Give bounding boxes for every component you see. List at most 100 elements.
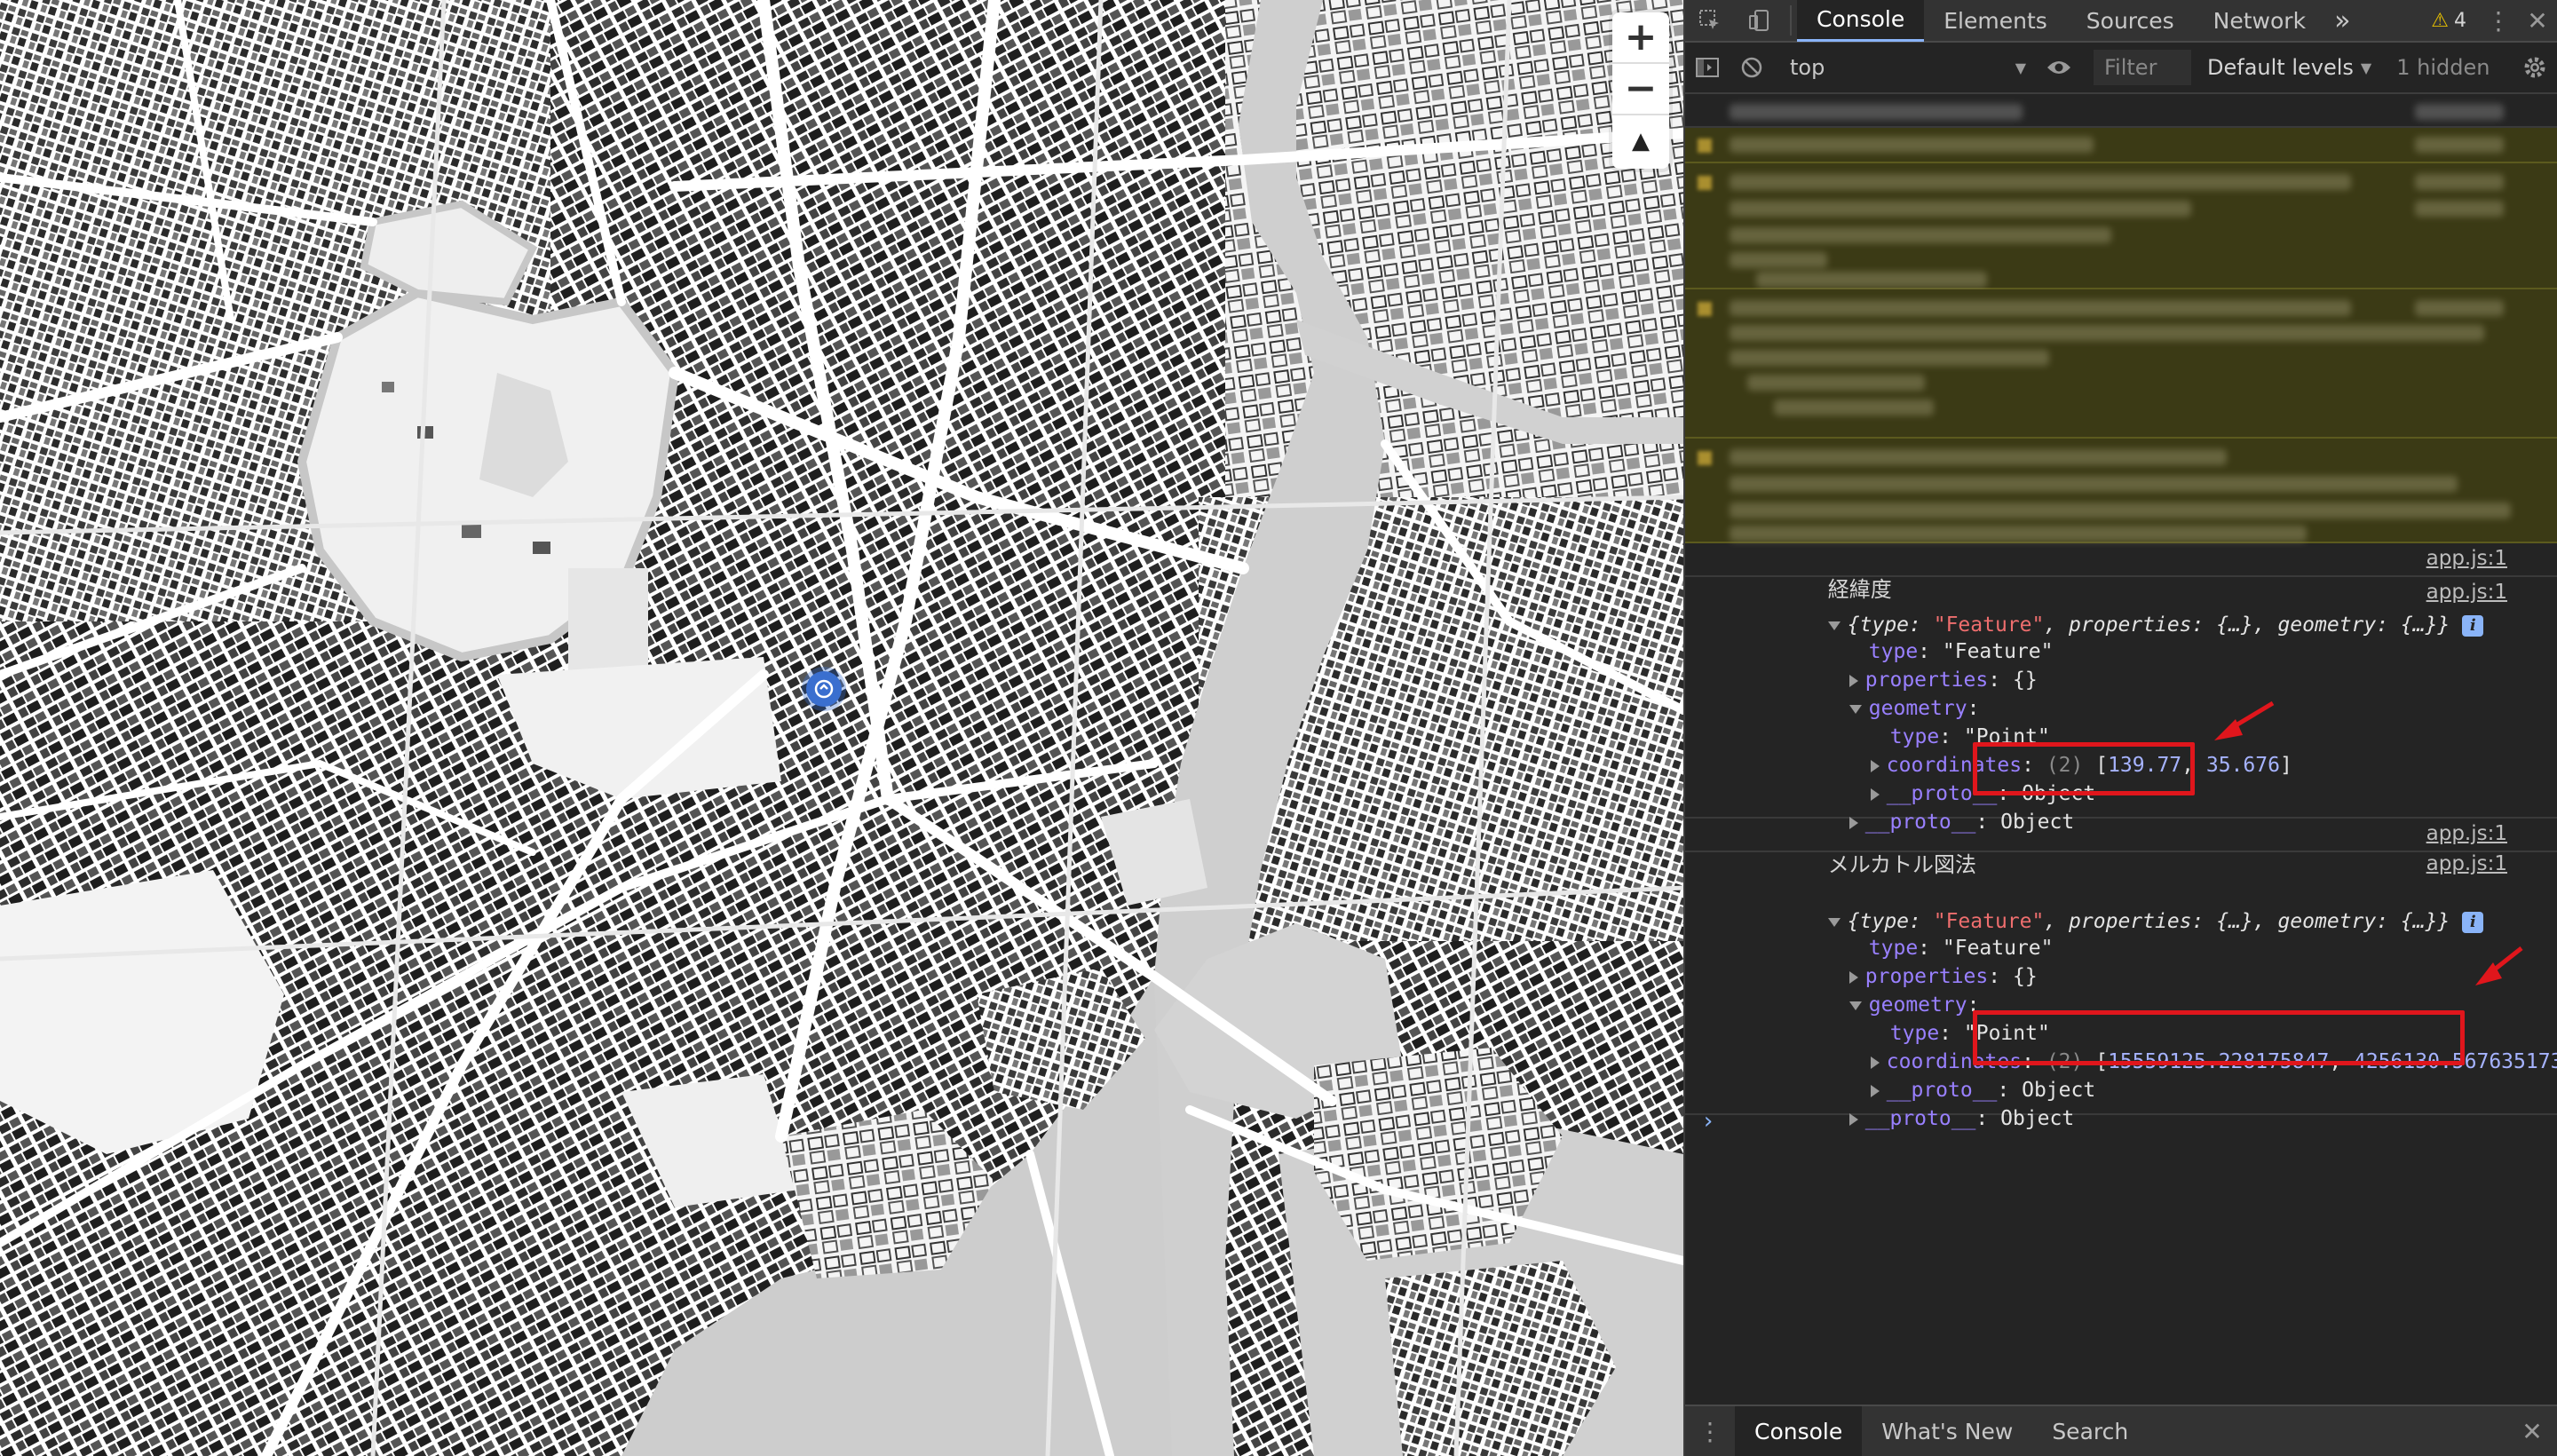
inspect-element-button[interactable] bbox=[1685, 0, 1735, 42]
console-log-lonlat-object: app.js:1 {type: "Feature", properties: {… bbox=[1685, 577, 2557, 834]
eye-icon bbox=[2047, 61, 2070, 74]
console-warning-message bbox=[1685, 289, 2557, 439]
compass-reset-button[interactable]: ▲ bbox=[1612, 115, 1669, 167]
property-type: type: "Feature" bbox=[1770, 609, 2557, 663]
drawer-tabbar: ⋮ Console What's New Search ✕ bbox=[1685, 1405, 2557, 1456]
tabbar-right: ⚠ 4 ⋮ ✕ bbox=[2418, 0, 2557, 42]
redacted-text bbox=[1730, 300, 2351, 316]
highlight-box-mercator bbox=[1973, 1010, 2465, 1065]
console-warning-message bbox=[1685, 163, 2557, 289]
property-geometry[interactable]: geometry: bbox=[1751, 962, 2557, 1017]
map-zoom-control: + − ▲ bbox=[1612, 12, 1669, 169]
location-marker[interactable] bbox=[806, 671, 842, 707]
redacted-text bbox=[2415, 174, 2504, 190]
highlight-box-lonlat bbox=[1973, 742, 2195, 795]
property-properties[interactable]: properties: {} bbox=[1751, 934, 2557, 988]
more-tabs-button[interactable]: » bbox=[2325, 0, 2359, 42]
close-icon: ✕ bbox=[2521, 1416, 2543, 1446]
redacted-text bbox=[1730, 252, 1827, 268]
redacted-text bbox=[2415, 104, 2504, 120]
live-expression-button[interactable] bbox=[2037, 46, 2081, 89]
kebab-icon: ⋮ bbox=[2486, 5, 2511, 36]
kebab-icon: ⋮ bbox=[1698, 1416, 1722, 1446]
clear-console-button[interactable] bbox=[1730, 46, 1774, 89]
log-levels-dropdown[interactable]: Default levels ▼ bbox=[2207, 55, 2371, 80]
annotation-arrow-icon bbox=[2214, 700, 2275, 740]
log-levels-label: Default levels bbox=[2207, 55, 2354, 80]
redacted-text bbox=[1730, 476, 2458, 492]
redacted-text bbox=[1747, 375, 1925, 391]
drawer-tab-search[interactable]: Search bbox=[2032, 1406, 2148, 1456]
warning-icon bbox=[1698, 451, 1712, 465]
object-proto[interactable]: __proto__: Object bbox=[1751, 1076, 2557, 1130]
devtools-tabbar: Console Elements Sources Network » ⚠ 4 ⋮… bbox=[1685, 0, 2557, 43]
warning-count: 4 bbox=[2454, 9, 2466, 32]
marker-icon bbox=[814, 679, 834, 699]
redacted-text bbox=[1756, 272, 1987, 288]
zoom-out-button[interactable]: − bbox=[1612, 64, 1669, 115]
console-log-mercator-label: メルカトル図法 app.js:1 bbox=[1685, 819, 2557, 877]
console-warning-message bbox=[1685, 439, 2557, 543]
collapsed-arrow-icon bbox=[1848, 1112, 1858, 1126]
object-summary[interactable]: {type: "Feature", properties: {…}, geome… bbox=[1730, 879, 2557, 933]
warning-icon bbox=[1698, 138, 1712, 153]
context-selector[interactable]: top ▼ bbox=[1779, 48, 2037, 87]
close-drawer-button[interactable]: ✕ bbox=[2507, 1410, 2557, 1452]
tab-console[interactable]: Console bbox=[1797, 0, 1925, 42]
inspect-icon bbox=[1699, 10, 1719, 29]
source-link[interactable]: app.js:1 bbox=[2426, 822, 2507, 845]
customize-menu-button[interactable]: ⋮ bbox=[2479, 0, 2518, 42]
compass-icon: ▲ bbox=[1632, 128, 1650, 154]
console-toolbar: top ▼ Filter Default levels ▼ 1 hidden bbox=[1685, 43, 2557, 94]
warning-counter[interactable]: ⚠ 4 bbox=[2418, 10, 2479, 32]
redacted-text bbox=[2415, 300, 2504, 316]
context-value: top bbox=[1790, 55, 1825, 80]
source-link[interactable]: app.js:1 bbox=[2426, 547, 2507, 570]
close-devtools-button[interactable]: ✕ bbox=[2518, 0, 2557, 42]
value: Object bbox=[2000, 1107, 2075, 1130]
zoom-in-button[interactable]: + bbox=[1612, 12, 1669, 64]
console-settings-button[interactable] bbox=[2513, 46, 2557, 89]
source-link[interactable]: app.js:1 bbox=[2426, 852, 2507, 875]
console-prompt-icon[interactable]: › bbox=[1701, 1108, 1715, 1135]
redacted-text bbox=[1730, 325, 2484, 341]
drawer-menu-button[interactable]: ⋮ bbox=[1685, 1410, 1735, 1452]
dropdown-arrow-icon: ▼ bbox=[2360, 59, 2372, 76]
tab-elements[interactable]: Elements bbox=[1924, 0, 2067, 42]
device-icon bbox=[1749, 10, 1769, 31]
map-canvas[interactable] bbox=[0, 0, 1683, 1456]
drawer-tab-console[interactable]: Console bbox=[1735, 1406, 1863, 1456]
redacted-text bbox=[2415, 137, 2504, 153]
sidebar-toggle-button[interactable] bbox=[1685, 46, 1730, 89]
redacted-text bbox=[1730, 201, 2191, 217]
colon: : bbox=[1975, 1107, 2001, 1130]
object-summary[interactable]: {type: "Feature", properties: {…}, geome… bbox=[1730, 582, 2557, 637]
device-toolbar-button[interactable] bbox=[1735, 0, 1785, 42]
tab-network[interactable]: Network bbox=[2194, 0, 2325, 42]
tab-sources[interactable]: Sources bbox=[2067, 0, 2194, 42]
redacted-text bbox=[1730, 449, 2227, 465]
warning-icon bbox=[1698, 302, 1712, 316]
redacted-text bbox=[2415, 201, 2504, 217]
redacted-text bbox=[1774, 400, 1934, 415]
console-output[interactable]: 経緯度 app.js:1 app.js:1 {type: "Feature", … bbox=[1685, 96, 2557, 1405]
console-warning-message bbox=[1685, 128, 2557, 163]
warning-icon: ⚠ bbox=[2431, 9, 2449, 32]
key: __proto__ bbox=[1864, 1107, 1976, 1130]
gear-icon bbox=[2524, 57, 2545, 78]
annotation-arrow-icon bbox=[2475, 946, 2523, 985]
sidebar-icon bbox=[1696, 58, 1719, 77]
map-view[interactable]: + − ▲ bbox=[0, 0, 1683, 1456]
filter-input[interactable]: Filter bbox=[2094, 50, 2191, 85]
console-log-lonlat-label: 経緯度 app.js:1 bbox=[1685, 543, 2557, 602]
console-log-mercator-object: app.js:1 {type: "Feature", properties: {… bbox=[1685, 852, 2557, 1130]
devtools-panel: Console Elements Sources Network » ⚠ 4 ⋮… bbox=[1683, 0, 2557, 1456]
geometry-type: type: "Point" bbox=[1792, 694, 2557, 748]
property-properties[interactable]: properties: {} bbox=[1751, 637, 2557, 692]
property-geometry[interactable]: geometry: bbox=[1751, 666, 2557, 720]
drawer-tab-whats-new[interactable]: What's New bbox=[1862, 1406, 2032, 1456]
dropdown-arrow-icon: ▼ bbox=[2015, 59, 2026, 76]
redacted-text bbox=[1730, 350, 2049, 366]
tabbar-divider bbox=[1790, 5, 1792, 36]
redacted-text bbox=[1730, 227, 2111, 243]
